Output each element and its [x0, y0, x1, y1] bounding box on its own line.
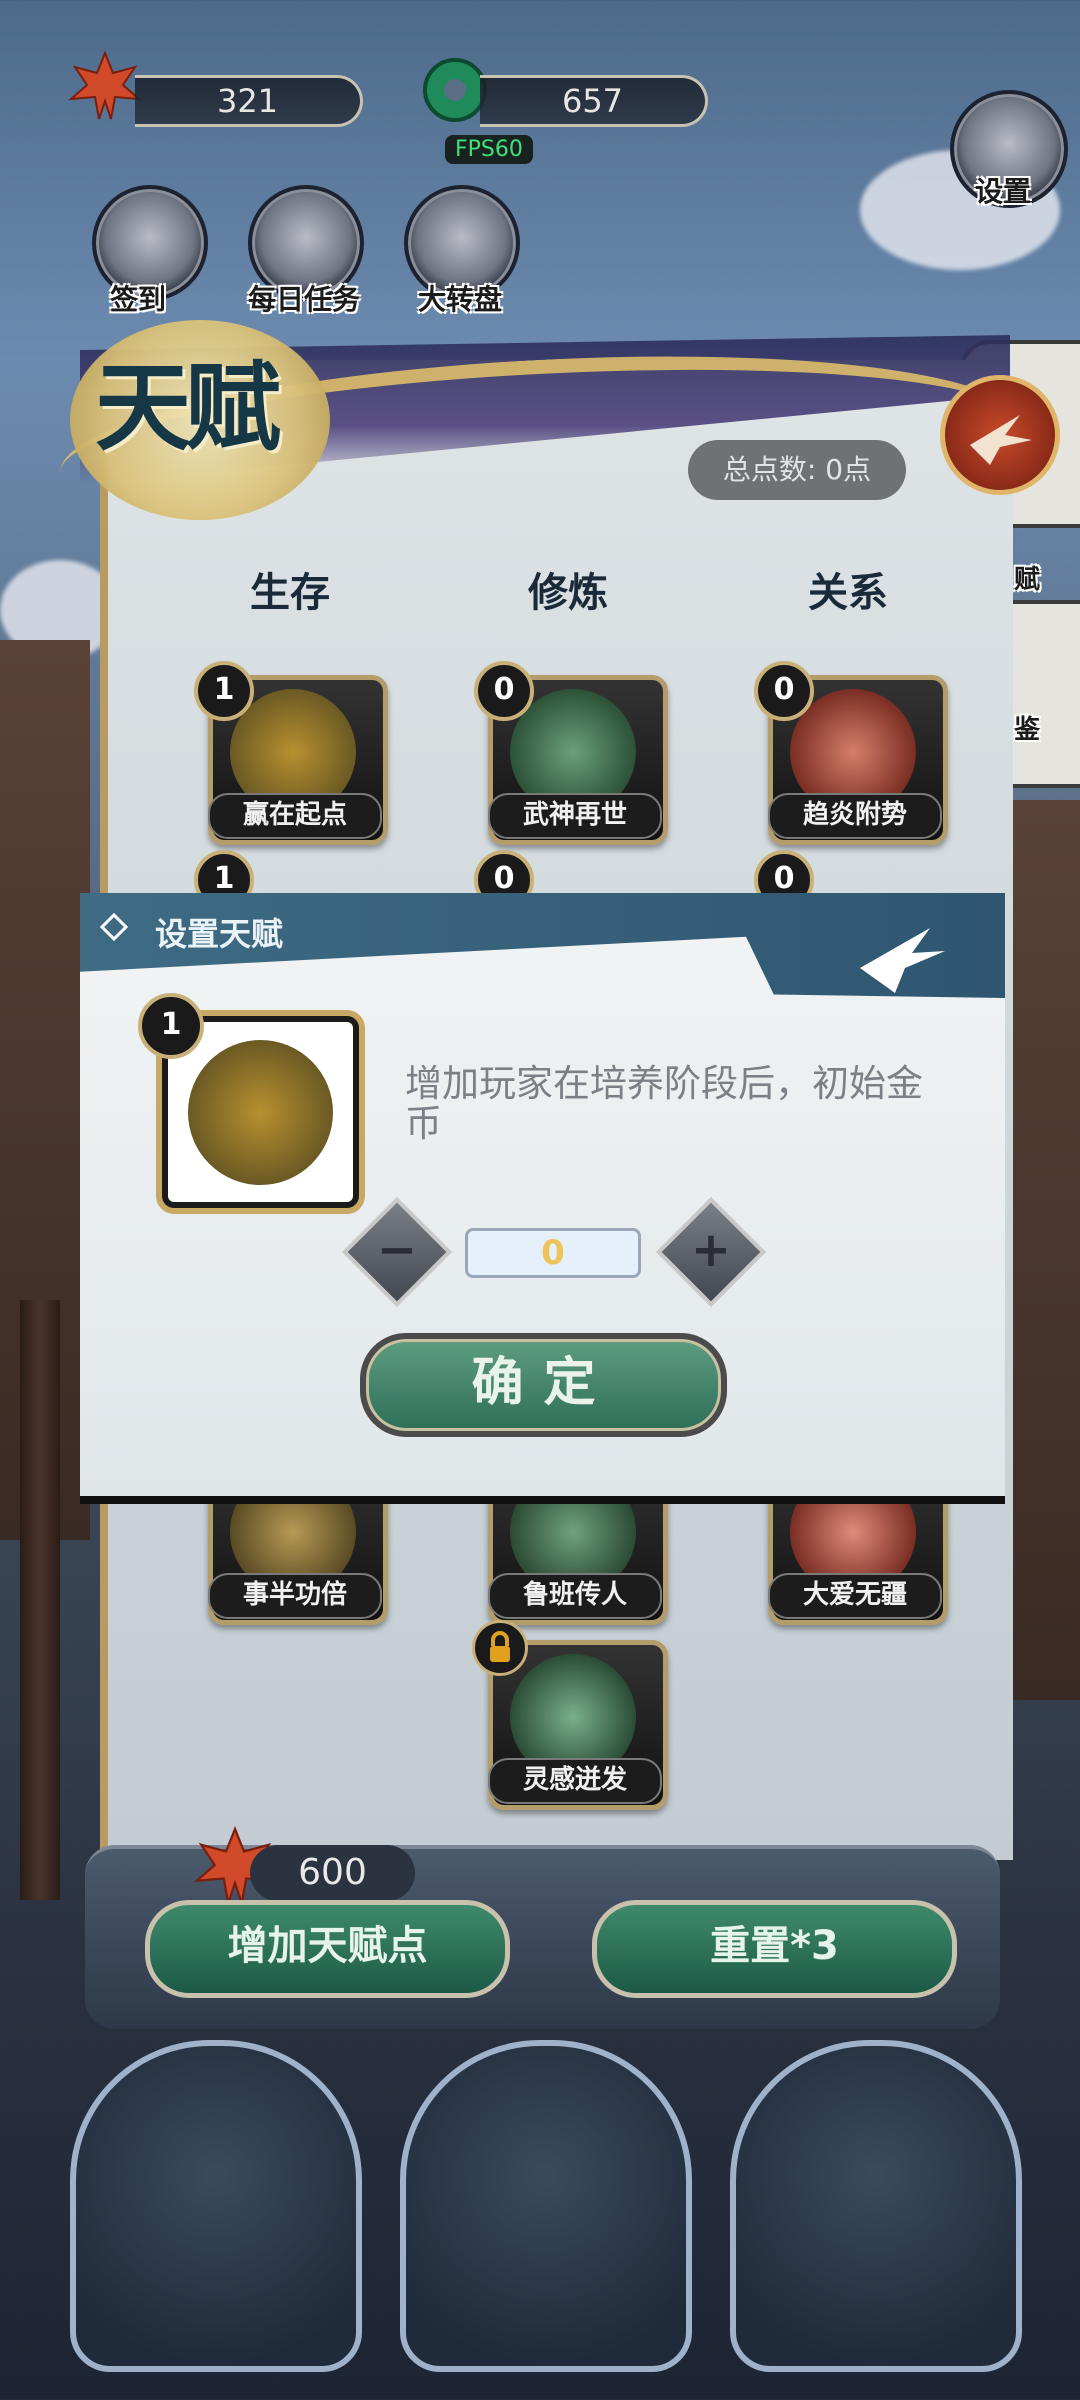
panel-title: 天赋: [95, 351, 281, 464]
column-header-relations: 关系: [808, 570, 888, 616]
pillar: [20, 1300, 60, 1900]
tile-name: 鲁班传人: [488, 1573, 662, 1619]
talent-tile-inspiration[interactable]: 灵感迸发: [472, 1620, 668, 1810]
minus-icon: −: [376, 1222, 418, 1278]
add-talent-points-button[interactable]: 增加天赋点: [145, 1900, 510, 1998]
close-panel-button[interactable]: [940, 375, 1060, 495]
decrease-button[interactable]: −: [341, 1196, 453, 1308]
bottom-card-left[interactable]: [70, 2040, 362, 2372]
plus-icon: +: [690, 1222, 732, 1278]
dialog-description: 增加玩家在培养阶段后，初始金币: [405, 1062, 923, 1145]
jade-count: 657: [480, 75, 708, 127]
increase-button[interactable]: +: [655, 1196, 767, 1308]
talent-point-cost: 600: [250, 1845, 415, 1901]
building-right: [1010, 800, 1080, 1700]
daily-tasks-label: 每日任务: [248, 283, 361, 316]
tile-name: 武神再世: [488, 793, 662, 839]
dialog-item-level-badge: 1: [138, 993, 204, 1059]
close-dialog-button[interactable]: [850, 913, 950, 1003]
set-talent-dialog: 设置天赋 1 增加玩家在培养阶段后，初始金币 − 0 + 确定: [80, 893, 1005, 1496]
lock-icon: [472, 1620, 528, 1676]
tile-name: 赢在起点: [208, 793, 382, 839]
column-header-survival: 生存: [250, 570, 330, 616]
bottom-card-middle[interactable]: [400, 2040, 692, 2372]
leaf-count: 321: [135, 75, 363, 127]
coin-stack-icon: [188, 1040, 333, 1185]
tile-name: 趋炎附势: [768, 793, 942, 839]
total-points: 总点数: 0点: [688, 440, 906, 500]
swallow-icon: [970, 415, 1032, 465]
tile-level-badge: 0: [474, 661, 534, 721]
talent-tile-war-god[interactable]: 武神再世 0: [474, 661, 668, 845]
side-tab-label: 鉴: [1014, 715, 1041, 745]
dialog-title: 设置天赋: [155, 915, 284, 953]
column-header-cultivation: 修炼: [528, 570, 608, 616]
swallow-icon: [860, 928, 945, 993]
tile-name: 事半功倍: [208, 1573, 382, 1619]
tile-level-badge: 0: [754, 661, 814, 721]
fps-indicator: FPS60: [445, 135, 533, 164]
checkin-label: 签到: [110, 283, 167, 316]
bottom-card-right[interactable]: [730, 2040, 1022, 2372]
wheel-label: 大转盘: [418, 283, 503, 316]
tile-level-badge: 1: [194, 661, 254, 721]
tile-name: 灵感迸发: [488, 1758, 662, 1804]
tile-name: 大爱无疆: [768, 1573, 942, 1619]
quantity-field[interactable]: 0: [465, 1228, 641, 1278]
reset-button[interactable]: 重置*3: [592, 1900, 957, 1998]
talent-tile-flatter-powerful[interactable]: 趋炎附势 0: [754, 661, 948, 845]
leaf-icon: [65, 45, 145, 125]
confirm-button[interactable]: 确定: [360, 1333, 727, 1437]
side-tab-label: 赋: [1014, 565, 1041, 595]
settings-label: 设置: [975, 175, 1032, 208]
talent-tile-start-advantage[interactable]: 赢在起点 1: [194, 661, 388, 845]
